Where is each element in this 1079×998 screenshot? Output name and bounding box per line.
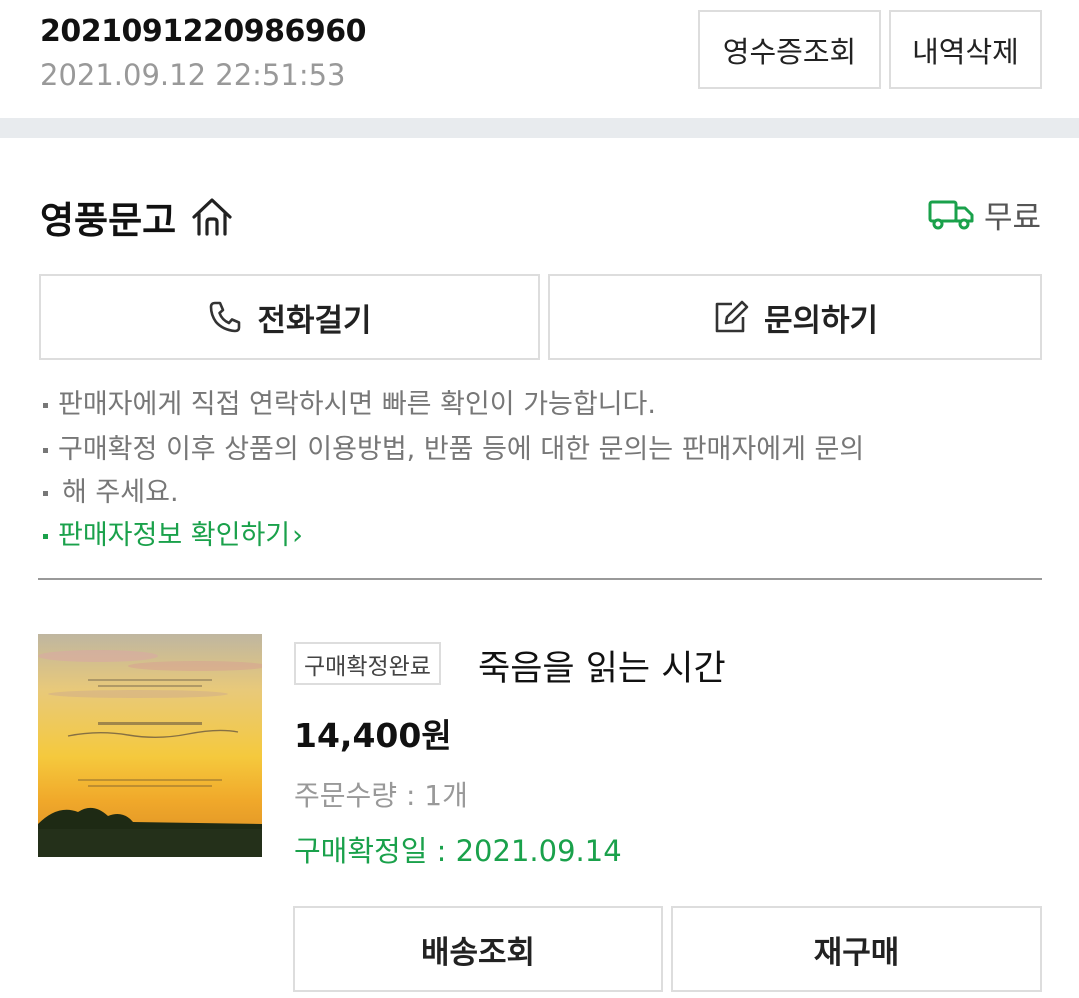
inquiry-button[interactable]: 문의하기	[548, 274, 1042, 360]
inquiry-button-label: 문의하기	[763, 302, 879, 339]
delete-history-button[interactable]: 내역삭제	[889, 10, 1042, 89]
track-delivery-button[interactable]: 배송조회	[293, 906, 663, 992]
receipt-button[interactable]: 영수증조회	[698, 10, 881, 89]
product-title[interactable]: 죽음을 읽는 시간	[478, 640, 726, 691]
home-icon[interactable]	[188, 195, 236, 239]
order-datetime: 2021.09.12 22:51:53	[40, 58, 346, 92]
seller-info-link-label: 판매자정보 확인하기	[58, 520, 291, 551]
section-divider	[0, 118, 1079, 138]
phone-icon	[210, 301, 241, 333]
seller-name[interactable]: 영풍문고	[40, 190, 236, 244]
order-header: 2021091220986960 2021.09.12 22:51:53 영수증…	[0, 0, 1079, 118]
book-cover-image[interactable]	[38, 634, 262, 857]
status-badge: 구매확정완료	[294, 642, 441, 685]
truck-icon	[928, 199, 974, 231]
edit-icon	[715, 300, 749, 333]
call-button[interactable]: 전화걸기	[39, 274, 540, 360]
notice-item-continued: 해 주세요.	[40, 471, 1040, 514]
shipping-fee: 무료	[983, 200, 1041, 236]
section-rule	[38, 578, 1042, 580]
seller-name-label: 영풍문고	[40, 199, 177, 242]
purchase-confirm-date: 구매확정일 : 2021.09.14	[294, 834, 622, 868]
chevron-right-icon: ›	[292, 520, 303, 551]
shipping-info: 무료	[928, 192, 1041, 237]
order-quantity: 주문수량 : 1개	[294, 779, 468, 812]
product-price: 14,400원	[294, 716, 452, 755]
notice-item: 구매확정 이후 상품의 이용방법, 반품 등에 대한 문의는 판매자에게 문의	[40, 428, 1040, 471]
rebuy-button[interactable]: 재구매	[671, 906, 1042, 992]
notice-list: 판매자에게 직접 연락하시면 빠른 확인이 가능합니다. 구매확정 이후 상품의…	[40, 383, 1040, 557]
notice-item: 판매자에게 직접 연락하시면 빠른 확인이 가능합니다.	[40, 383, 1040, 426]
notice-continued-text: 해 주세요.	[62, 477, 179, 508]
order-number: 2021091220986960	[40, 14, 366, 49]
seller-info-link[interactable]: 판매자정보 확인하기›	[40, 514, 1040, 557]
call-button-label: 전화걸기	[257, 302, 372, 339]
